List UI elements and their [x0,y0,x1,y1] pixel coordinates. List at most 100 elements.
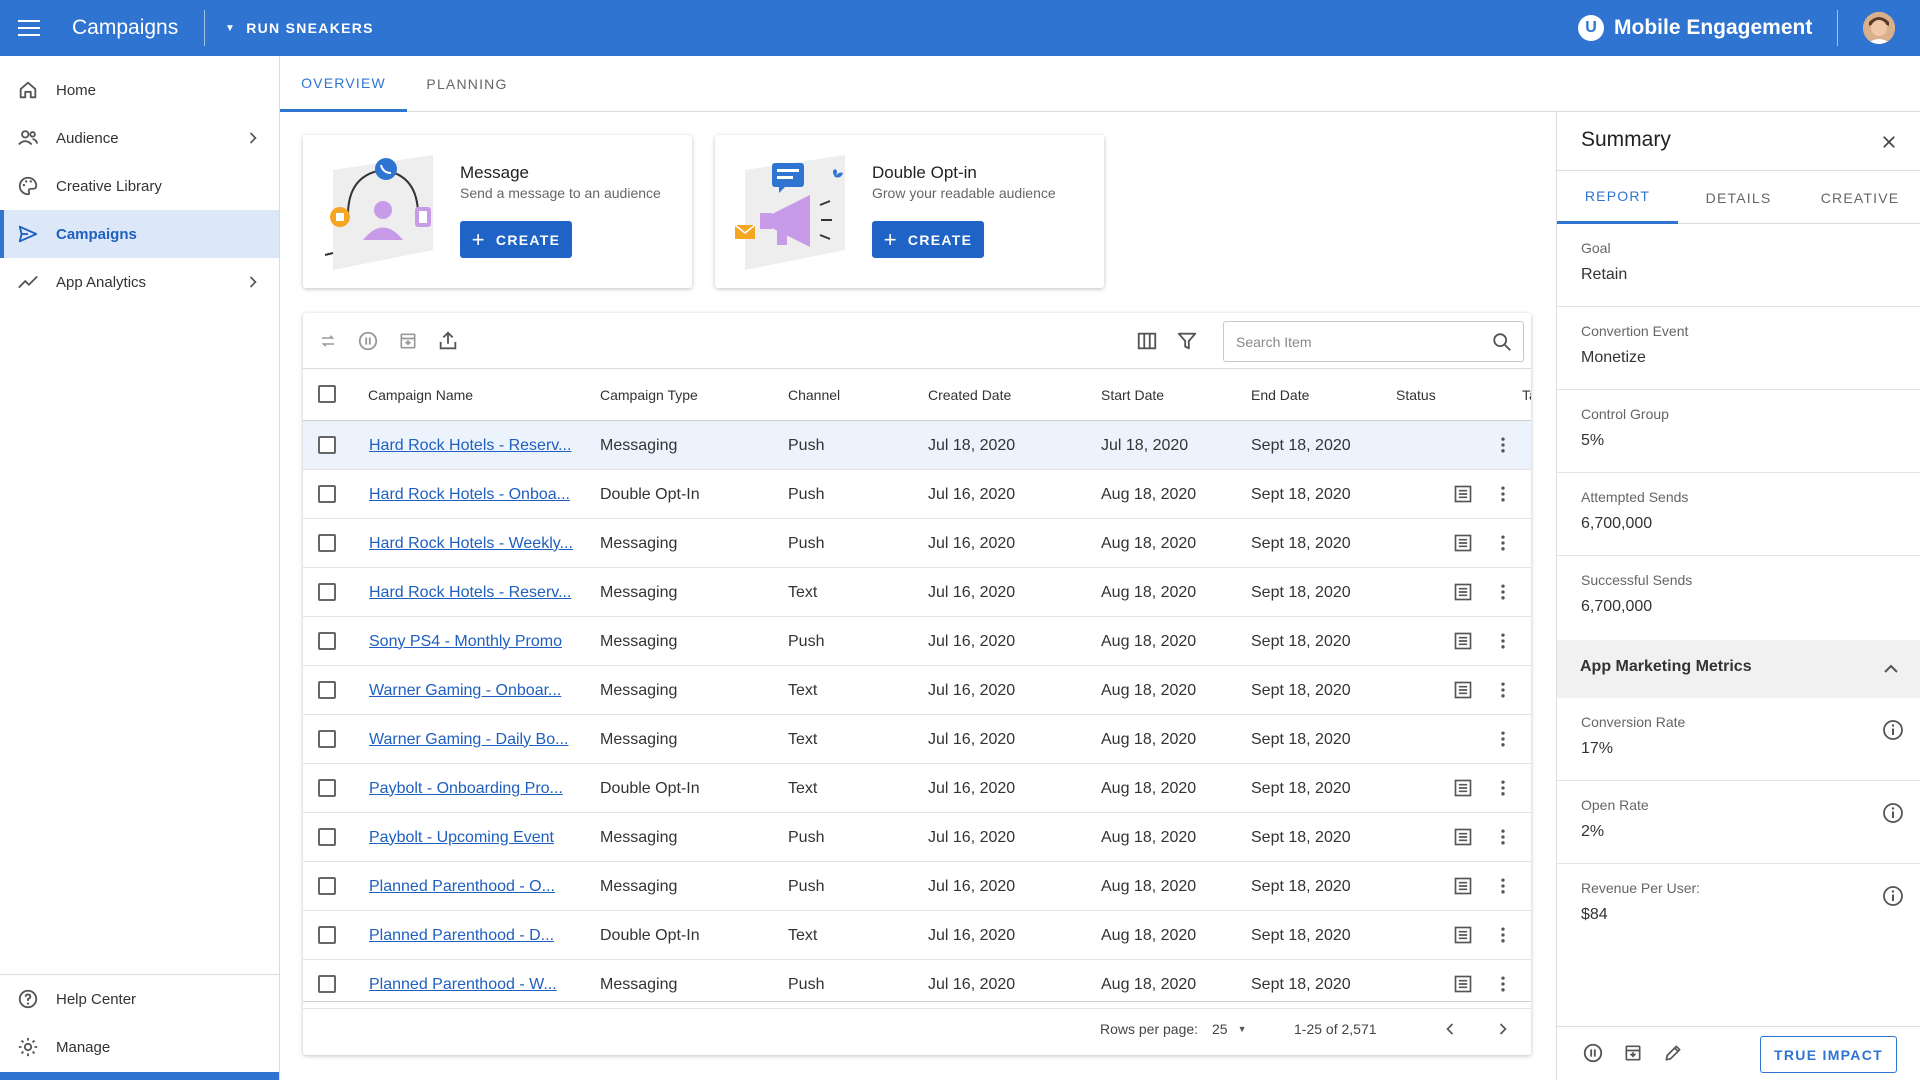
edit-button[interactable] [1661,1041,1685,1065]
columns-icon[interactable] [1135,329,1159,353]
column-header-campaign-name[interactable]: Campaign Name [368,369,473,421]
sidebar-item-audience[interactable]: Audience [0,114,279,162]
sidebar-item-creative-library[interactable]: Creative Library [0,162,279,210]
report-icon[interactable] [1451,482,1475,506]
info-icon[interactable] [1881,884,1905,908]
report-icon[interactable] [1451,923,1475,947]
row-checkbox[interactable] [318,779,336,797]
search-icon[interactable] [1491,331,1513,353]
table-row[interactable]: Hard Rock Hotels - Reserv... Messaging Tex… [303,568,1531,617]
report-icon[interactable] [1451,972,1475,996]
row-checkbox[interactable] [318,534,336,552]
info-icon[interactable] [1881,718,1905,742]
table-row[interactable]: Hard Rock Hotels - Onboa... Double Opt-In… [303,470,1531,519]
campaign-name-link[interactable]: Warner Gaming - Daily Bo... [369,715,568,764]
campaign-name-link[interactable]: Hard Rock Hotels - Weekly... [369,519,573,568]
row-checkbox[interactable] [318,877,336,895]
pause-icon[interactable] [356,329,380,353]
search-field[interactable] [1223,321,1524,362]
table-row[interactable]: Hard Rock Hotels - Weekly... Messaging Pus… [303,519,1531,568]
archive-icon[interactable] [396,329,420,353]
swap-icon[interactable] [316,329,340,353]
upload-icon[interactable] [436,329,460,353]
info-icon[interactable] [1881,801,1905,825]
column-header-end-date[interactable]: End Date [1251,369,1309,421]
report-icon[interactable] [1451,874,1475,898]
more-vert-icon[interactable] [1491,482,1515,506]
report-icon[interactable] [1451,678,1475,702]
row-checkbox[interactable] [318,730,336,748]
table-row[interactable]: Warner Gaming - Daily Bo... Messaging Text… [303,715,1531,764]
table-row[interactable]: Paybolt - Onboarding Pro... Double Opt-In… [303,764,1531,813]
next-page-button[interactable] [1493,1002,1513,1055]
row-checkbox[interactable] [318,632,336,650]
user-avatar[interactable] [1863,12,1895,44]
more-vert-icon[interactable] [1491,580,1515,604]
filter-icon[interactable] [1175,329,1199,353]
row-checkbox[interactable] [318,436,336,454]
sidebar-item-manage[interactable]: Manage [0,1023,279,1071]
campaign-name-link[interactable]: Planned Parenthood - O... [369,862,555,911]
prev-page-button[interactable] [1440,1002,1460,1055]
tab-details[interactable]: DETAILS [1678,171,1799,224]
report-icon[interactable] [1451,825,1475,849]
row-checkbox[interactable] [318,681,336,699]
more-vert-icon[interactable] [1491,776,1515,800]
app-marketing-metrics-header[interactable]: App Marketing Metrics [1557,640,1920,698]
rows-per-page-select[interactable]: 25 ▼ [1212,1002,1247,1055]
column-header-created-date[interactable]: Created Date [928,369,1011,421]
campaign-name-link[interactable]: Paybolt - Onboarding Pro... [369,764,563,813]
table-row[interactable]: Paybolt - Upcoming Event Messaging Push Jul… [303,813,1531,862]
report-icon[interactable] [1451,776,1475,800]
campaign-name-link[interactable]: Hard Rock Hotels - Onboa... [369,470,570,519]
sidebar-item-home[interactable]: Home [0,66,279,114]
create-message-button[interactable]: + CREATE [460,221,572,258]
campaign-name-link[interactable]: Hard Rock Hotels - Reserv... [369,568,571,617]
row-checkbox[interactable] [318,975,336,993]
table-row[interactable]: Planned Parenthood - D... Double Opt-In Te… [303,911,1531,960]
archive-button[interactable] [1621,1041,1645,1065]
column-header-channel[interactable]: Channel [788,369,840,421]
campaign-name-link[interactable]: Sony PS4 - Monthly Promo [369,617,562,666]
more-vert-icon[interactable] [1491,629,1515,653]
select-all-checkbox[interactable] [318,385,336,403]
column-header-campaign-type[interactable]: Campaign Type [600,369,698,421]
table-row[interactable]: Warner Gaming - Onboar... Messaging Text Ju… [303,666,1531,715]
pause-button[interactable] [1581,1041,1605,1065]
table-row[interactable]: Sony PS4 - Monthly Promo Messaging Push Jul… [303,617,1531,666]
more-vert-icon[interactable] [1491,825,1515,849]
row-checkbox[interactable] [318,828,336,846]
row-checkbox[interactable] [318,583,336,601]
tab-report[interactable]: REPORT [1557,171,1678,224]
sidebar-item-help-center[interactable]: Help Center [0,975,279,1023]
tab-creative[interactable]: CREATIVE [1799,171,1920,224]
more-vert-icon[interactable] [1491,874,1515,898]
row-checkbox[interactable] [318,926,336,944]
campaign-name-link[interactable]: Paybolt - Upcoming Event [369,813,554,862]
report-icon[interactable] [1451,531,1475,555]
search-input[interactable] [1236,330,1476,354]
org-selector[interactable]: ▼ RUN SNEAKERS [225,20,374,36]
tab-overview[interactable]: OVERVIEW [280,56,407,112]
table-row[interactable]: Planned Parenthood - O... Messaging Push Ju… [303,862,1531,911]
hamburger-menu-button[interactable] [0,0,58,56]
true-impact-button[interactable]: TRUE IMPACT [1760,1036,1897,1073]
report-icon[interactable] [1451,629,1475,653]
more-vert-icon[interactable] [1491,727,1515,751]
close-summary-button[interactable] [1875,128,1903,156]
column-header-start-date[interactable]: Start Date [1101,369,1164,421]
column-header-truncated[interactable]: Ta [1522,369,1531,421]
sidebar-item-app-analytics[interactable]: App Analytics [0,258,279,306]
more-vert-icon[interactable] [1491,531,1515,555]
campaign-name-link[interactable]: Hard Rock Hotels - Reserv... [369,421,571,470]
campaign-name-link[interactable]: Planned Parenthood - D... [369,911,554,960]
sidebar-item-campaigns[interactable]: Campaigns [0,210,279,258]
create-double-opt-in-button[interactable]: + CREATE [872,221,984,258]
tab-planning[interactable]: PLANNING [407,56,527,112]
more-vert-icon[interactable] [1491,433,1515,457]
more-vert-icon[interactable] [1491,972,1515,996]
row-checkbox[interactable] [318,485,336,503]
report-icon[interactable] [1451,580,1475,604]
campaign-name-link[interactable]: Warner Gaming - Onboar... [369,666,561,715]
more-vert-icon[interactable] [1491,678,1515,702]
